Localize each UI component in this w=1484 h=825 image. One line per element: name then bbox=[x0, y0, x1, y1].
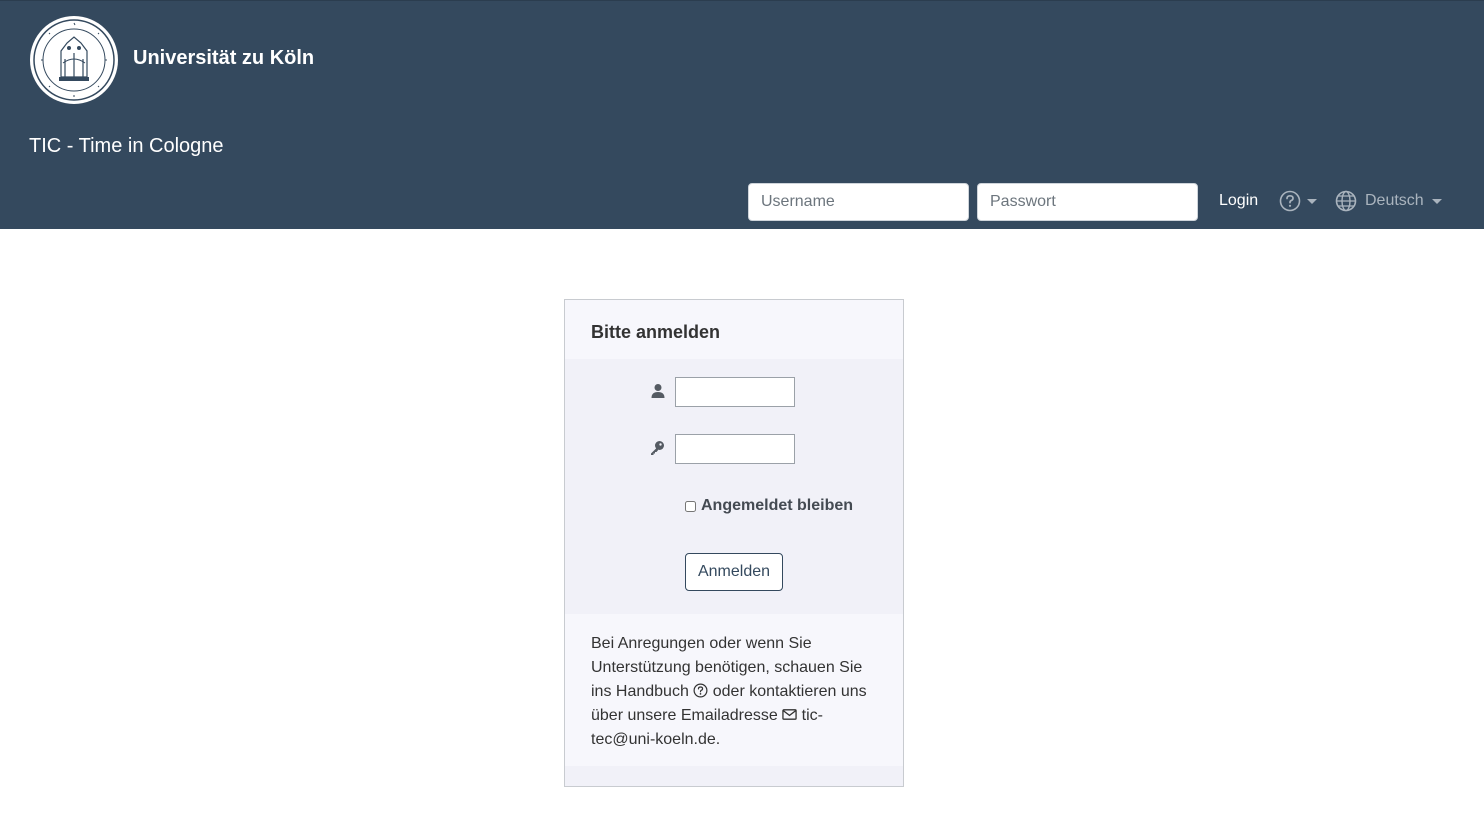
language-dropdown[interactable]: Deutsch bbox=[1335, 190, 1442, 212]
help-text: Bei Anregungen oder wenn Sie Unterstützu… bbox=[591, 632, 881, 752]
header-bar: Universität zu Köln TIC - Time in Cologn… bbox=[0, 0, 1484, 229]
header-username-input[interactable] bbox=[748, 183, 969, 221]
card-footer: Bei Anregungen oder wenn Sie Unterstützu… bbox=[565, 614, 903, 766]
submit-login-button[interactable]: Anmelden bbox=[685, 553, 783, 591]
envelope-icon[interactable] bbox=[782, 707, 797, 722]
key-icon bbox=[651, 441, 664, 455]
user-icon bbox=[651, 384, 665, 398]
remember-me[interactable]: Angemeldet bleiben bbox=[685, 496, 853, 516]
question-circle-icon[interactable] bbox=[693, 683, 708, 698]
language-label: Deutsch bbox=[1365, 192, 1424, 209]
chevron-down-icon bbox=[1431, 198, 1442, 204]
header-password-input[interactable] bbox=[977, 183, 1198, 221]
password-field[interactable] bbox=[675, 434, 795, 464]
card-title: Bitte anmelden bbox=[591, 322, 721, 342]
header-login-button[interactable]: Login bbox=[1219, 191, 1258, 211]
remember-me-checkbox[interactable] bbox=[685, 500, 696, 512]
university-name: Universität zu Köln bbox=[133, 47, 315, 69]
remember-me-label: Angemeldet bleiben bbox=[701, 497, 854, 514]
university-seal-icon bbox=[30, 16, 118, 104]
globe-icon bbox=[1335, 190, 1357, 212]
help-text-end: . bbox=[715, 731, 721, 748]
help-dropdown[interactable] bbox=[1279, 190, 1317, 212]
username-field[interactable] bbox=[675, 377, 795, 407]
question-circle-icon bbox=[1279, 190, 1301, 212]
login-card: Bitte anmelden Angemeldet bleiben Anmeld… bbox=[564, 299, 904, 787]
chevron-down-icon bbox=[1307, 198, 1317, 204]
app-title: TIC - Time in Cologne bbox=[29, 135, 224, 157]
card-header: Bitte anmelden bbox=[565, 300, 903, 359]
